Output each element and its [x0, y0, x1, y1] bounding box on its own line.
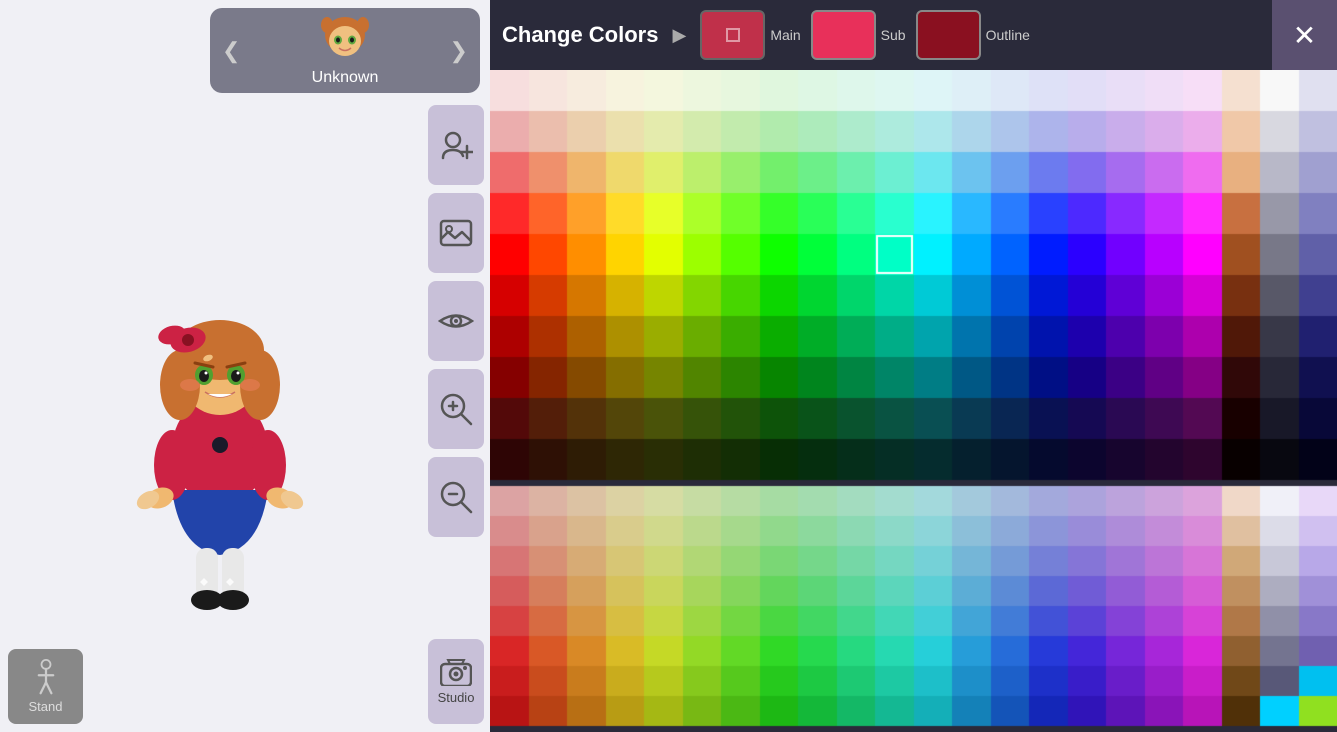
avatar	[319, 15, 371, 67]
sub-label: Sub	[881, 27, 906, 43]
sub-color-swatch[interactable]	[811, 10, 876, 60]
character-figure	[100, 220, 340, 620]
color-header: Change Colors ▶ Main Sub Outline ✕	[490, 0, 1337, 70]
close-button[interactable]: ✕	[1272, 0, 1337, 70]
zoom-out-button[interactable]	[428, 457, 484, 537]
add-character-button[interactable]	[428, 105, 484, 185]
character-info: Unknown	[312, 15, 379, 87]
color-panel: Change Colors ▶ Main Sub Outline ✕	[490, 0, 1337, 732]
main-color-swatch[interactable]	[700, 10, 765, 60]
main-swatch-inner	[726, 28, 740, 42]
image-button[interactable]	[428, 193, 484, 273]
character-name: Unknown	[312, 69, 379, 87]
change-colors-label: Change Colors	[502, 22, 658, 48]
studio-label: Studio	[438, 690, 475, 705]
prev-character-button[interactable]: ❮	[222, 38, 240, 64]
eye-button[interactable]	[428, 281, 484, 361]
next-character-button[interactable]: ❯	[450, 38, 468, 64]
arrow-icon: ▶	[672, 25, 686, 46]
stand-label: Stand	[29, 699, 63, 714]
left-panel: ❮ Unknown ❯	[0, 0, 490, 732]
main-label: Main	[770, 27, 800, 43]
side-toolbar	[422, 105, 490, 537]
character-svg	[100, 220, 340, 620]
zoom-in-button[interactable]	[428, 369, 484, 449]
studio-button[interactable]: Studio	[428, 639, 484, 724]
outline-label: Outline	[986, 27, 1030, 43]
character-header: ❮ Unknown ❯	[210, 8, 480, 93]
stand-button[interactable]: Stand	[8, 649, 83, 724]
color-grid-canvas[interactable]	[490, 70, 1337, 732]
color-grid-area	[490, 70, 1337, 732]
outline-color-swatch[interactable]	[916, 10, 981, 60]
